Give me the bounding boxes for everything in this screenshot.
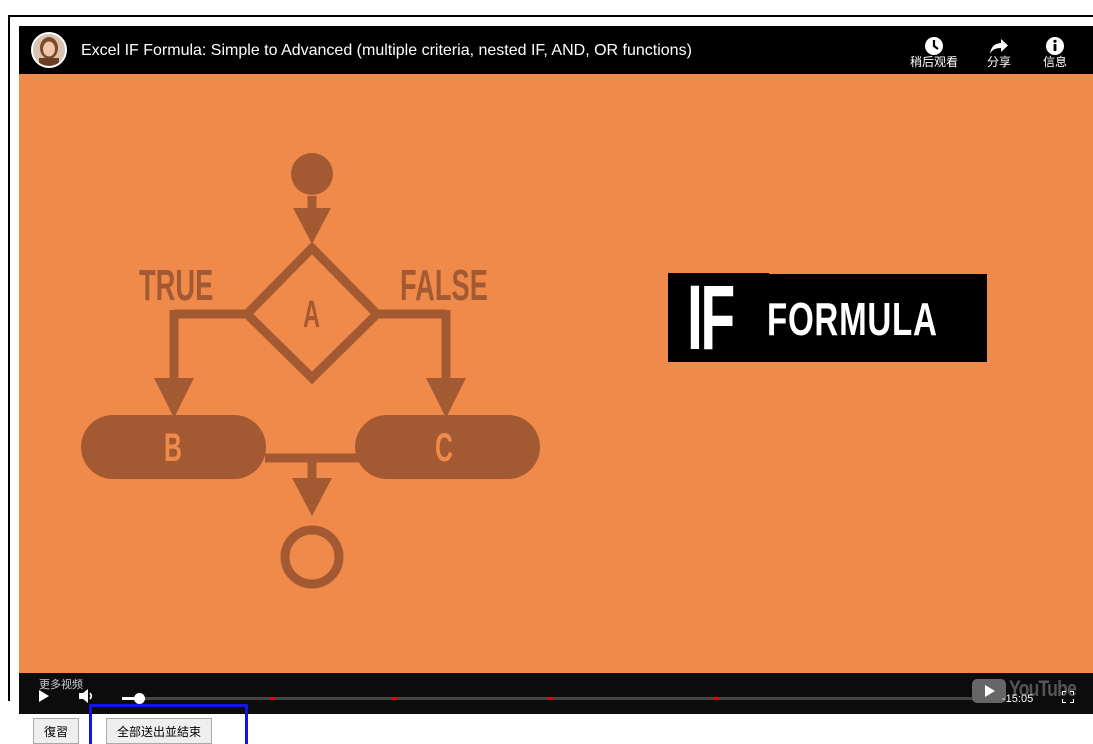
arrow-down-icon [426, 378, 466, 418]
progress-bar[interactable] [122, 693, 992, 704]
chapter-marker [548, 697, 554, 700]
flowchart-false-label: FALSE [400, 261, 488, 310]
play-icon[interactable] [39, 690, 49, 702]
watch-later-button[interactable]: 稍后观看 [906, 36, 962, 69]
clock-icon [925, 37, 943, 55]
if-formula-title-small: FORMULA [767, 293, 938, 345]
flowchart-node-a-label: A [303, 294, 321, 336]
video-frame[interactable]: TRUE FALSE A B C IF FORMULA [19, 26, 1093, 673]
if-formula-title-big: IF [687, 267, 735, 369]
highlight-box [89, 704, 248, 744]
flowchart-end-node [280, 525, 344, 589]
flowchart-node-b-label: B [164, 426, 182, 470]
flowchart-true-label: TRUE [139, 261, 214, 310]
time-remaining: -15:05 [1002, 693, 1034, 705]
share-label: 分享 [986, 55, 1011, 69]
video-player[interactable]: TRUE FALSE A B C IF FORMULA Excel IF For… [19, 26, 1093, 714]
progress-knob[interactable] [134, 693, 146, 704]
youtube-logo-icon[interactable] [972, 679, 1006, 703]
arrow-down-icon [154, 378, 194, 418]
chapter-marker [391, 697, 397, 700]
arrow-down-icon [293, 208, 331, 244]
fullscreen-icon[interactable] [1062, 691, 1074, 703]
if-formula-box-notch [769, 256, 987, 274]
info-label: 信息 [1042, 55, 1067, 69]
video-title[interactable]: Excel IF Formula: Simple to Advanced (mu… [81, 42, 692, 60]
watch-later-label: 稍后观看 [909, 55, 958, 69]
review-button[interactable]: 復習 [33, 718, 80, 744]
flowchart-node-c-label: C [435, 426, 453, 470]
share-arrow-icon [990, 39, 1008, 54]
info-icon [1046, 37, 1064, 55]
chapter-marker [713, 697, 719, 700]
arrow-down-icon [292, 478, 332, 516]
volume-icon[interactable] [79, 689, 95, 703]
share-button[interactable]: 分享 [971, 36, 1027, 69]
video-title-bar: Excel IF Formula: Simple to Advanced (mu… [19, 26, 1093, 74]
channel-avatar[interactable] [31, 32, 67, 68]
flowchart-start-node [291, 153, 333, 195]
chapter-marker [269, 697, 275, 700]
info-button[interactable]: 信息 [1027, 36, 1083, 69]
